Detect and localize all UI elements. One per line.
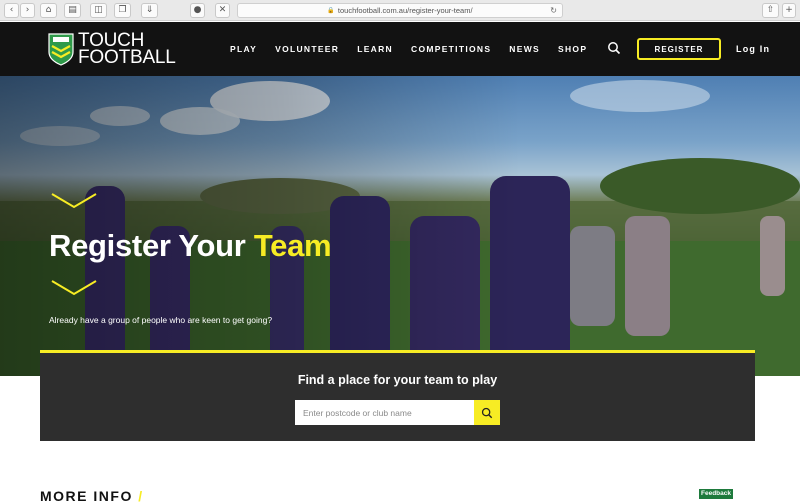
more-info-label: MORE INFO [40,488,133,504]
hero-subtitle: Already have a group of people who are k… [49,315,273,325]
nav-competitions[interactable]: COMPETITIONS [411,44,491,54]
feedback-button[interactable]: Feedback [699,489,733,499]
search-icon[interactable] [607,41,621,55]
browser-toolbar: ‹ › ⌂ ▤ ◫ ❐ ⇓ ● ✕ 🔒 touchfootball.com.au… [0,0,800,21]
reload-icon[interactable]: ↻ [550,6,557,15]
download-icon[interactable]: ⇓ [141,3,158,18]
url-text: touchfootball.com.au/register-your-team/ [337,6,473,15]
logo-wordmark: TOUCH FOOTBALL [78,31,176,68]
touch-football-logo[interactable]: TOUCH FOOTBALL [48,30,176,68]
more-info-slash: / [138,488,144,504]
nav-play[interactable]: PLAY [230,44,257,54]
hero-banner: Register Your Team Already have a group … [0,76,800,376]
logo-line-2: FOOTBALL [78,47,176,68]
page-title: Register Your Team [49,228,332,264]
home-icon[interactable]: ⌂ [40,3,57,18]
back-icon[interactable]: ‹ [4,3,19,18]
title-accent: Team [253,228,332,263]
more-info-heading: MORE INFO / [40,488,144,504]
chevron-down-icon [51,193,97,209]
main-nav: PLAY VOLUNTEER LEARN COMPETITIONS NEWS S… [230,44,605,54]
share-icon[interactable]: ⇧ [762,3,779,18]
login-link[interactable]: Log In [736,44,770,54]
forward-icon[interactable]: › [20,3,35,18]
search-icon [481,407,493,418]
title-main: Register Your [49,228,254,263]
tabs-icon[interactable]: ❐ [114,3,131,18]
find-title: Find a place for your team to play [297,373,498,387]
shield-logo-icon [48,33,74,66]
new-tab-icon[interactable]: + [782,3,796,18]
privacy-icon[interactable]: ✕ [215,3,230,18]
register-button[interactable]: REGISTER [637,38,721,60]
print-icon[interactable]: ▤ [64,3,81,18]
search-button[interactable] [474,400,500,425]
hero-overlay [0,76,520,376]
nav-volunteer[interactable]: VOLUNTEER [275,44,339,54]
find-club-panel: Find a place for your team to play [40,350,755,441]
nav-learn[interactable]: LEARN [357,44,393,54]
nav-shop[interactable]: SHOP [558,44,587,54]
search-input[interactable] [295,400,475,425]
address-bar[interactable]: 🔒 touchfootball.com.au/register-your-tea… [237,3,563,18]
nav-news[interactable]: NEWS [509,44,540,54]
chevron-down-icon [51,280,97,296]
sidebar-icon[interactable]: ◫ [90,3,107,18]
extension-icon[interactable]: ● [190,3,205,18]
lock-icon: 🔒 [327,7,335,14]
